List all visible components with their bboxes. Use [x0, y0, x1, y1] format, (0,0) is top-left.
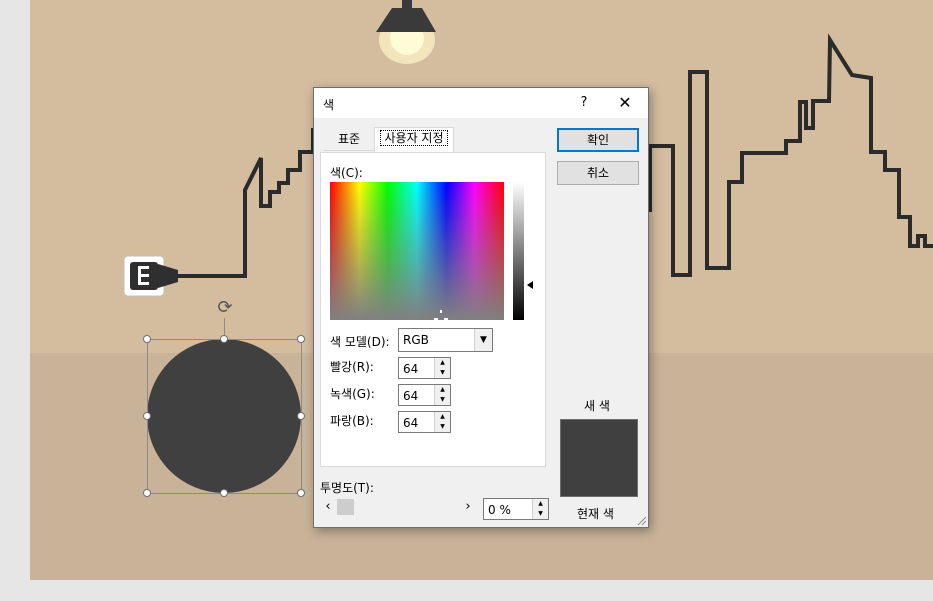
transparency-label: 투명도(T): [320, 481, 374, 495]
blue-label: 파랑(B): [330, 414, 374, 428]
red-label: 빨강(R): [330, 360, 374, 374]
chevron-left-icon[interactable]: ‹ [320, 498, 336, 516]
tab-custom[interactable]: 사용자 지정 [374, 127, 454, 152]
resize-handle[interactable] [220, 489, 228, 497]
crosshair-icon [434, 310, 448, 320]
slider-thumb[interactable] [337, 499, 354, 515]
spin-down-icon[interactable]: ▼ [435, 368, 450, 378]
resize-handle[interactable] [297, 335, 305, 343]
selection-frame [147, 339, 302, 494]
spin-down-icon[interactable]: ▼ [435, 395, 450, 405]
ok-button[interactable]: 확인 [557, 128, 639, 152]
tab-custom-label: 사용자 지정 [380, 130, 448, 146]
transparency-stepper[interactable]: 0 % ▲ ▼ [483, 498, 549, 520]
transparency-slider[interactable]: ‹ › [320, 498, 476, 516]
color-preview [560, 419, 638, 497]
transparency-value[interactable]: 0 % [488, 503, 511, 517]
color-model-label: 색 모델(D): [330, 335, 390, 349]
luminance-slider[interactable] [513, 182, 524, 320]
color-model-value: RGB [403, 333, 429, 347]
spin-down-icon[interactable]: ▼ [533, 509, 548, 519]
chevron-right-icon[interactable]: › [460, 498, 476, 516]
resize-handle[interactable] [220, 335, 228, 343]
new-color-label: 새 색 [584, 399, 610, 413]
color-spectrum[interactable] [330, 182, 504, 320]
red-value[interactable]: 64 [403, 362, 418, 376]
rotate-handle-icon[interactable]: ⟳ [215, 298, 235, 318]
blue-stepper[interactable]: 64 ▲ ▼ [398, 411, 451, 433]
spin-down-icon[interactable]: ▼ [435, 422, 450, 432]
resize-handle[interactable] [297, 489, 305, 497]
cancel-button[interactable]: 취소 [557, 161, 639, 185]
close-icon[interactable]: ✕ [612, 92, 638, 114]
red-stepper[interactable]: 64 ▲ ▼ [398, 357, 451, 379]
chevron-down-icon[interactable]: ▼ [474, 329, 492, 351]
help-button[interactable]: ? [572, 92, 596, 114]
green-stepper[interactable]: 64 ▲ ▼ [398, 384, 451, 406]
title-bar: 색 ? ✕ [314, 88, 648, 118]
green-label: 녹색(G): [330, 387, 375, 401]
colors-label: 색(C): [330, 166, 363, 180]
resize-handle[interactable] [143, 489, 151, 497]
resize-grip-icon[interactable] [637, 516, 647, 526]
current-color-label: 현재 색 [577, 507, 614, 521]
resize-handle[interactable] [143, 412, 151, 420]
color-dialog: 색 ? ✕ 표준 사용자 지정 확인 취소 색(C): 색 모델(D): RGB… [313, 87, 649, 528]
resize-handle[interactable] [143, 335, 151, 343]
resize-handle[interactable] [297, 412, 305, 420]
tab-standard[interactable]: 표준 [324, 129, 374, 151]
dialog-title: 색 [323, 98, 335, 112]
color-model-select[interactable]: RGB ▼ [398, 328, 493, 352]
luminance-arrow-icon[interactable] [527, 281, 533, 289]
blue-value[interactable]: 64 [403, 416, 418, 430]
green-value[interactable]: 64 [403, 389, 418, 403]
